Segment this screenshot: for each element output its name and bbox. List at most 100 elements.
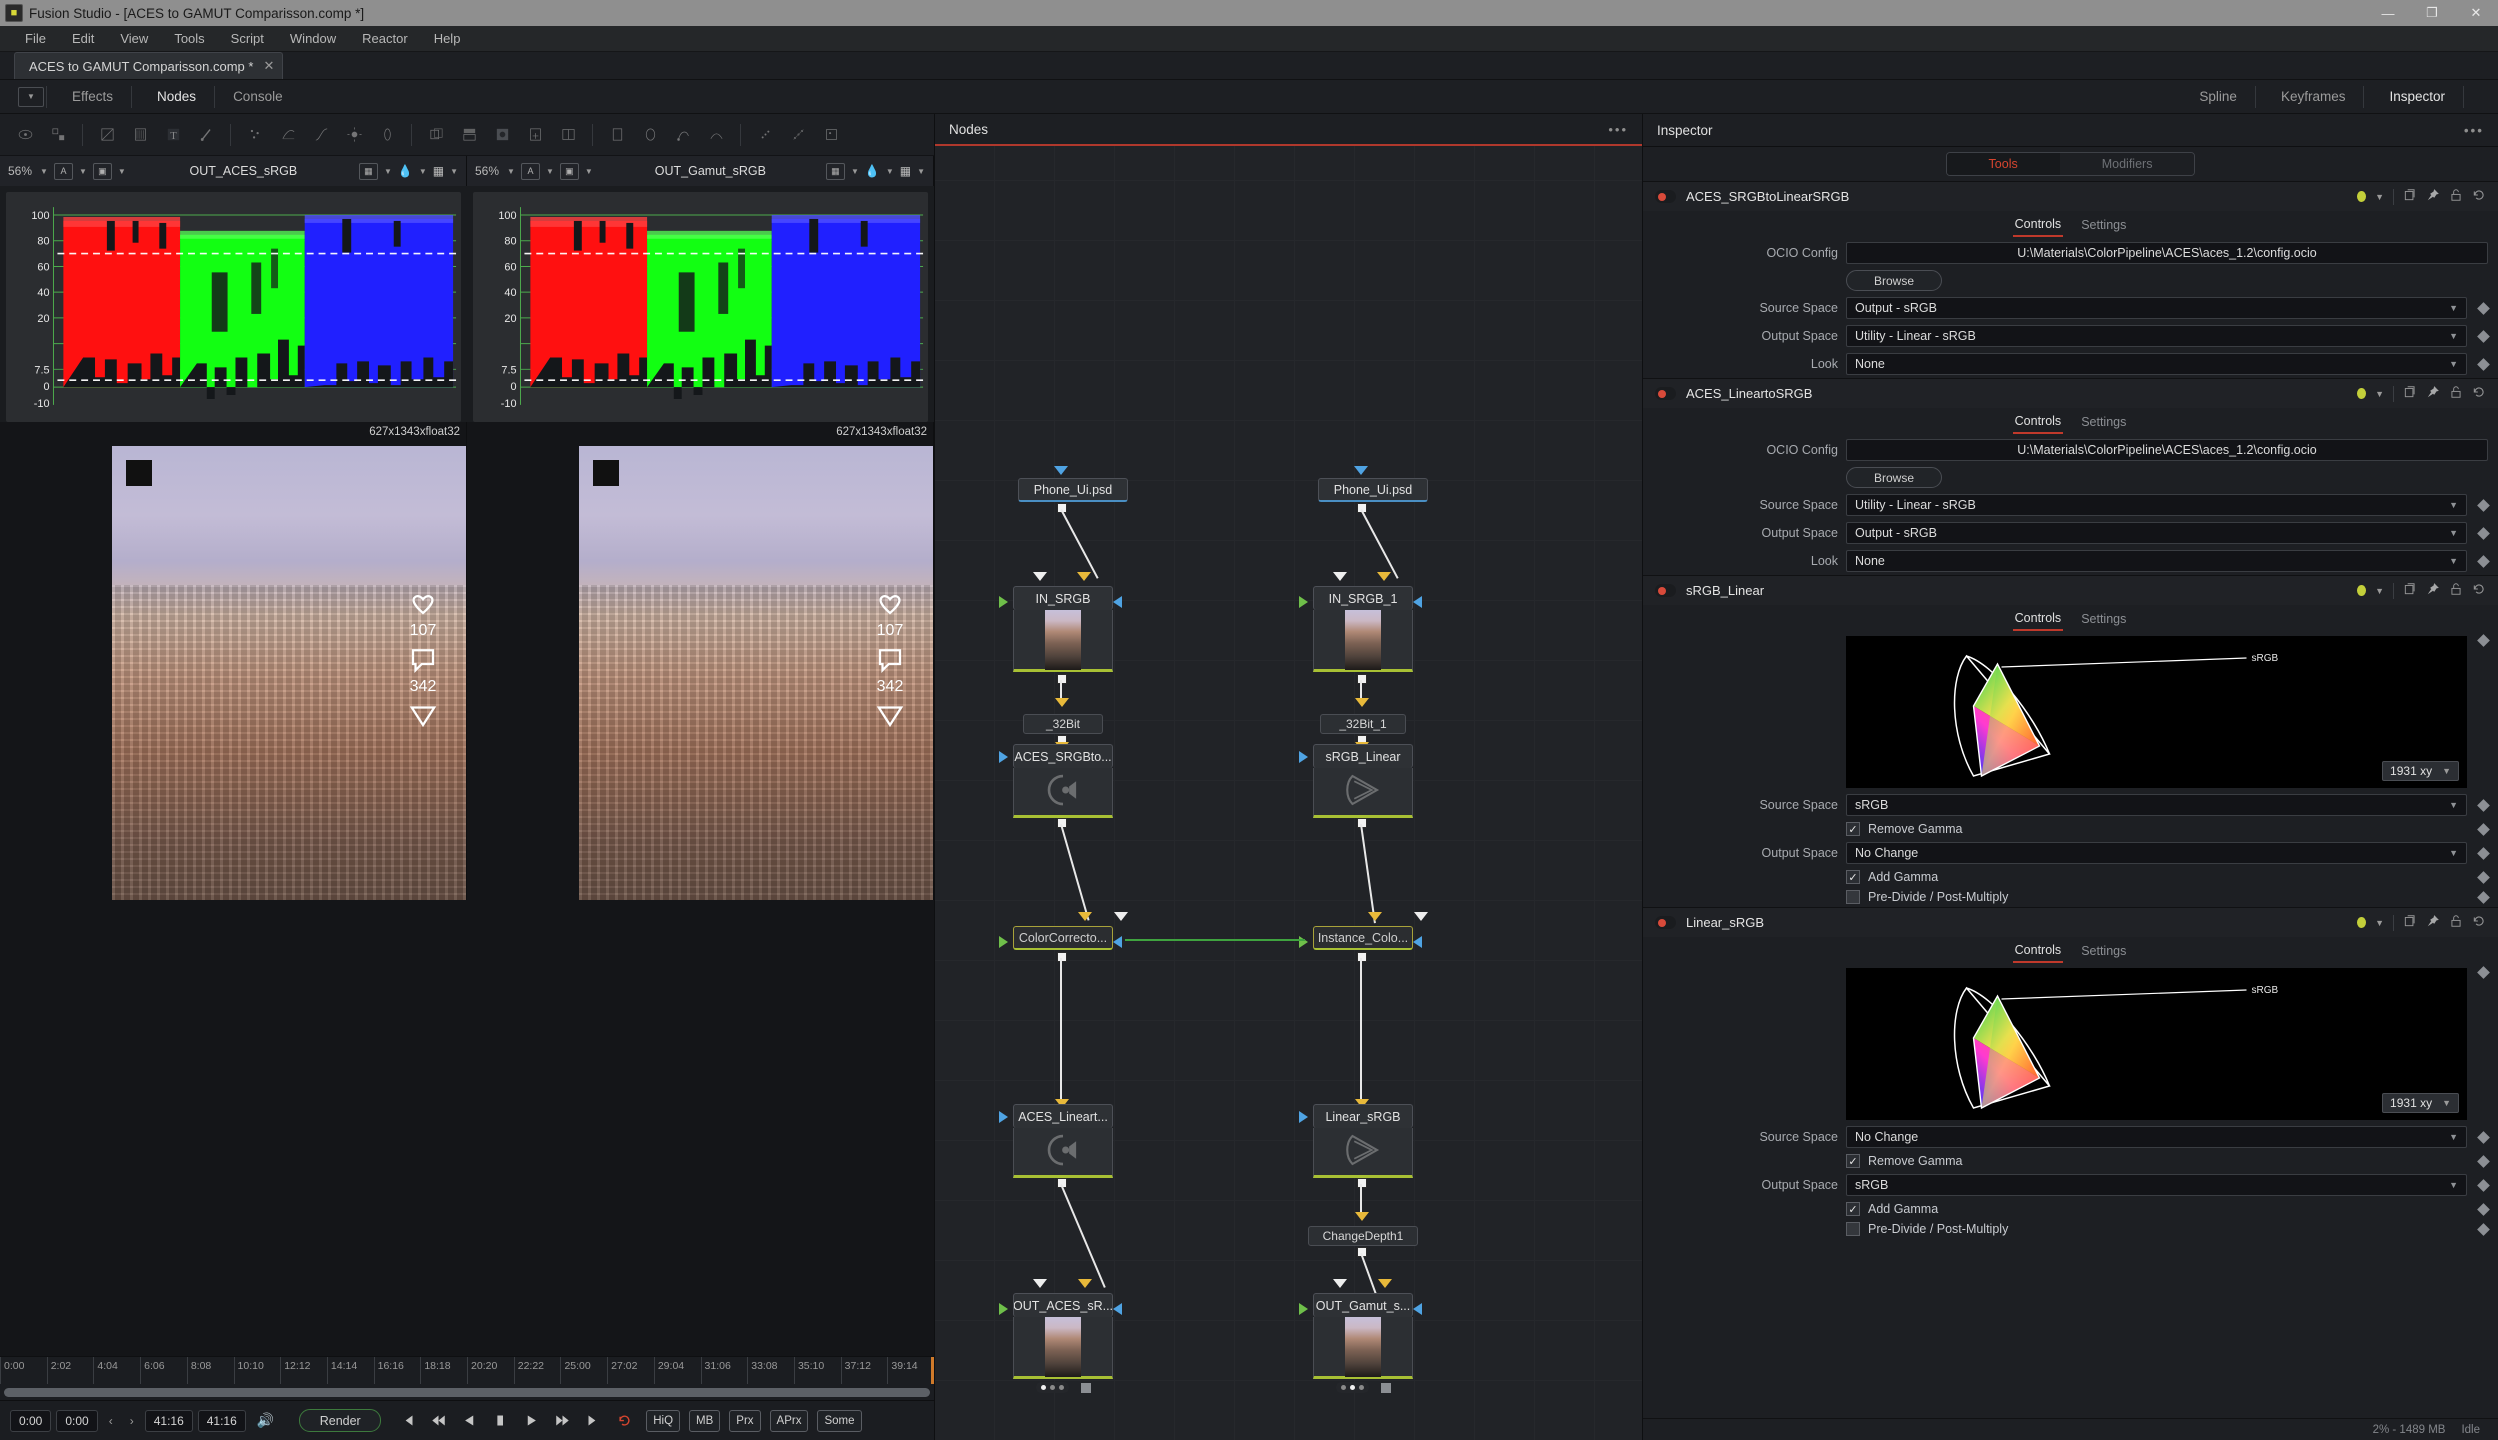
paint-icon[interactable]	[191, 121, 221, 149]
tool-enable-toggle[interactable]	[1655, 190, 1676, 203]
viewer-lut-icon[interactable]: ▦	[825, 162, 845, 180]
source-space-select[interactable]: Utility - Linear - sRGB ▼	[1846, 494, 2467, 516]
tool-header-aces-lineartosrgb[interactable]: ACES_LineartoSRGB ▼	[1643, 378, 2498, 408]
menu-help[interactable]: Help	[421, 26, 474, 52]
pin-icon[interactable]	[2426, 582, 2440, 599]
keyframe-diamond[interactable]	[2477, 822, 2490, 836]
go-to-end-button[interactable]	[580, 1408, 606, 1434]
node-output-knob[interactable]	[1357, 952, 1367, 962]
menu-view[interactable]: View	[107, 26, 161, 52]
node-out-aces-srgb[interactable]: OUT_ACES_sR...	[1013, 1293, 1113, 1393]
output-space-select[interactable]: Output - sRGB ▼	[1846, 522, 2467, 544]
look-select[interactable]: None ▼	[1846, 550, 2467, 572]
quality-aprx-button[interactable]: APrx	[769, 1409, 809, 1432]
chevron-down-icon[interactable]: ▼	[2375, 389, 2384, 399]
ellipse-mask-icon[interactable]	[635, 121, 665, 149]
viewer-droplet-icon[interactable]: 💧	[398, 164, 413, 178]
viewer-grid-icon[interactable]: ▦	[900, 164, 911, 178]
tab-console[interactable]: Console	[217, 80, 299, 114]
tab-effects[interactable]: Effects	[49, 80, 129, 114]
range-start-field[interactable]: 0:00	[10, 1409, 52, 1432]
output-space-select[interactable]: No Change ▼	[1846, 842, 2467, 864]
reset-icon[interactable]	[2472, 914, 2486, 931]
warp-icon[interactable]	[273, 121, 303, 149]
tab-settings[interactable]: Settings	[2079, 411, 2128, 433]
heart-icon[interactable]	[875, 588, 905, 618]
viewer-buffer-left[interactable]: A	[53, 162, 73, 180]
node-aces-lineartosrgb[interactable]: ACES_Lineart...	[1013, 1104, 1113, 1178]
add-gamma-checkbox[interactable]: ✓ Add Gamma	[1643, 1202, 2467, 1216]
keyframe-diamond[interactable]	[2477, 526, 2490, 540]
prev-keyframe-button[interactable]: ‹	[103, 1414, 119, 1428]
keyframe-diamond[interactable]	[2477, 357, 2490, 371]
viewer-droplet-icon[interactable]: 💧	[865, 164, 880, 178]
keyframe-diamond[interactable]	[2477, 634, 2490, 647]
saver-dots[interactable]	[1035, 1382, 1069, 1393]
viewer-channel-icon[interactable]: ▣	[559, 162, 579, 180]
loop-button[interactable]	[611, 1408, 637, 1434]
keyframe-diamond[interactable]	[2477, 870, 2490, 884]
chevron-down-icon[interactable]: ▼	[2375, 192, 2384, 202]
node-linear-srgb[interactable]: Linear_sRGB	[1313, 1104, 1413, 1178]
pin-icon[interactable]	[2426, 914, 2440, 931]
saver-square-toggle[interactable]	[1080, 1382, 1091, 1393]
tab-controls[interactable]: Controls	[2012, 939, 2064, 963]
node-srgb-linear[interactable]: sRGB_Linear	[1313, 744, 1413, 818]
node-in-srgb[interactable]: IN_SRGB	[1013, 586, 1113, 672]
color-tag-icon[interactable]	[2357, 191, 2367, 202]
tab-spline[interactable]: Spline	[2176, 80, 2253, 114]
saver-square-toggle[interactable]	[1380, 1382, 1391, 1393]
viewer-channel-icon[interactable]: ▣	[92, 162, 112, 180]
tool-header-aces-srgbtolinearsrgb[interactable]: ACES_SRGBtoLinearSRGB ▼	[1643, 181, 2498, 211]
chevron-down-icon[interactable]: ▼	[2375, 918, 2384, 928]
tab-tools[interactable]: Tools	[1946, 153, 2060, 175]
node-output-knob[interactable]	[1357, 674, 1367, 684]
predivide-checkbox[interactable]: Pre-Divide / Post-Multiply	[1643, 1222, 2467, 1236]
bspline-mask-icon[interactable]	[701, 121, 731, 149]
chevron-down-icon[interactable]: ▼	[505, 167, 517, 176]
ocio-config-field[interactable]: U:\Materials\ColorPipeline\ACES\aces_1.2…	[1846, 439, 2488, 461]
source-space-select[interactable]: sRGB ▼	[1846, 794, 2467, 816]
saver-dots[interactable]	[1335, 1382, 1369, 1393]
ocio-config-field[interactable]: U:\Materials\ColorPipeline\ACES\aces_1.2…	[1846, 242, 2488, 264]
polygon-mask-icon[interactable]	[668, 121, 698, 149]
color-tag-icon[interactable]	[2357, 388, 2367, 399]
pin-icon[interactable]	[2426, 385, 2440, 402]
particle-render-icon[interactable]	[783, 121, 813, 149]
colorspace-mode-select[interactable]: 1931 xy ▼	[2382, 761, 2459, 781]
particle-emitter-icon[interactable]	[750, 121, 780, 149]
tab-controls[interactable]: Controls	[2012, 213, 2064, 237]
predivide-checkbox[interactable]: Pre-Divide / Post-Multiply	[1643, 890, 2467, 904]
viewer-zoom-left[interactable]: 56%	[6, 164, 34, 178]
copy-icon[interactable]	[2403, 188, 2417, 205]
layers-icon[interactable]	[454, 121, 484, 149]
timeline-scrollbar[interactable]	[0, 1384, 934, 1400]
keyframe-diamond[interactable]	[2477, 1154, 2490, 1168]
particles-icon[interactable]	[240, 121, 270, 149]
send-icon[interactable]	[875, 700, 905, 730]
comp-end-field[interactable]: 41:16	[197, 1409, 246, 1432]
comment-icon[interactable]	[408, 644, 438, 674]
add-gamma-checkbox[interactable]: ✓ Add Gamma	[1643, 870, 2467, 884]
waveform-scope-right[interactable]: 100 80 60 40 20 7.5 0 -10	[473, 192, 928, 422]
chevron-down-icon[interactable]: ▼	[448, 167, 460, 176]
audio-icon[interactable]: 🔊	[257, 1412, 274, 1429]
node-aces-srgbtolinear[interactable]: ACES_SRGBto...	[1013, 744, 1113, 818]
keyframe-diamond[interactable]	[2477, 846, 2490, 860]
cie-chromaticity-diagram[interactable]: sRGB 1931 xy ▼	[1846, 636, 2467, 788]
play-reverse-button[interactable]	[456, 1408, 482, 1434]
tab-settings[interactable]: Settings	[2079, 940, 2128, 962]
output-space-select[interactable]: sRGB ▼	[1846, 1174, 2467, 1196]
stop-button[interactable]	[487, 1408, 513, 1434]
keyframe-diamond[interactable]	[2477, 554, 2490, 568]
close-icon[interactable]: ✕	[263, 58, 274, 74]
copy-icon[interactable]	[2403, 385, 2417, 402]
color-tag-icon[interactable]	[2357, 585, 2367, 596]
viewer-left[interactable]: 627x1343xfloat32 107 342	[0, 422, 467, 900]
play-button[interactable]	[518, 1408, 544, 1434]
tool-enable-toggle[interactable]	[1655, 584, 1676, 597]
node-output-knob[interactable]	[1057, 952, 1067, 962]
viewer-right[interactable]: 627x1343xfloat32 107 342	[467, 422, 934, 900]
keyframe-diamond[interactable]	[2477, 498, 2490, 512]
tab-modifiers[interactable]: Modifiers	[2059, 153, 2195, 175]
